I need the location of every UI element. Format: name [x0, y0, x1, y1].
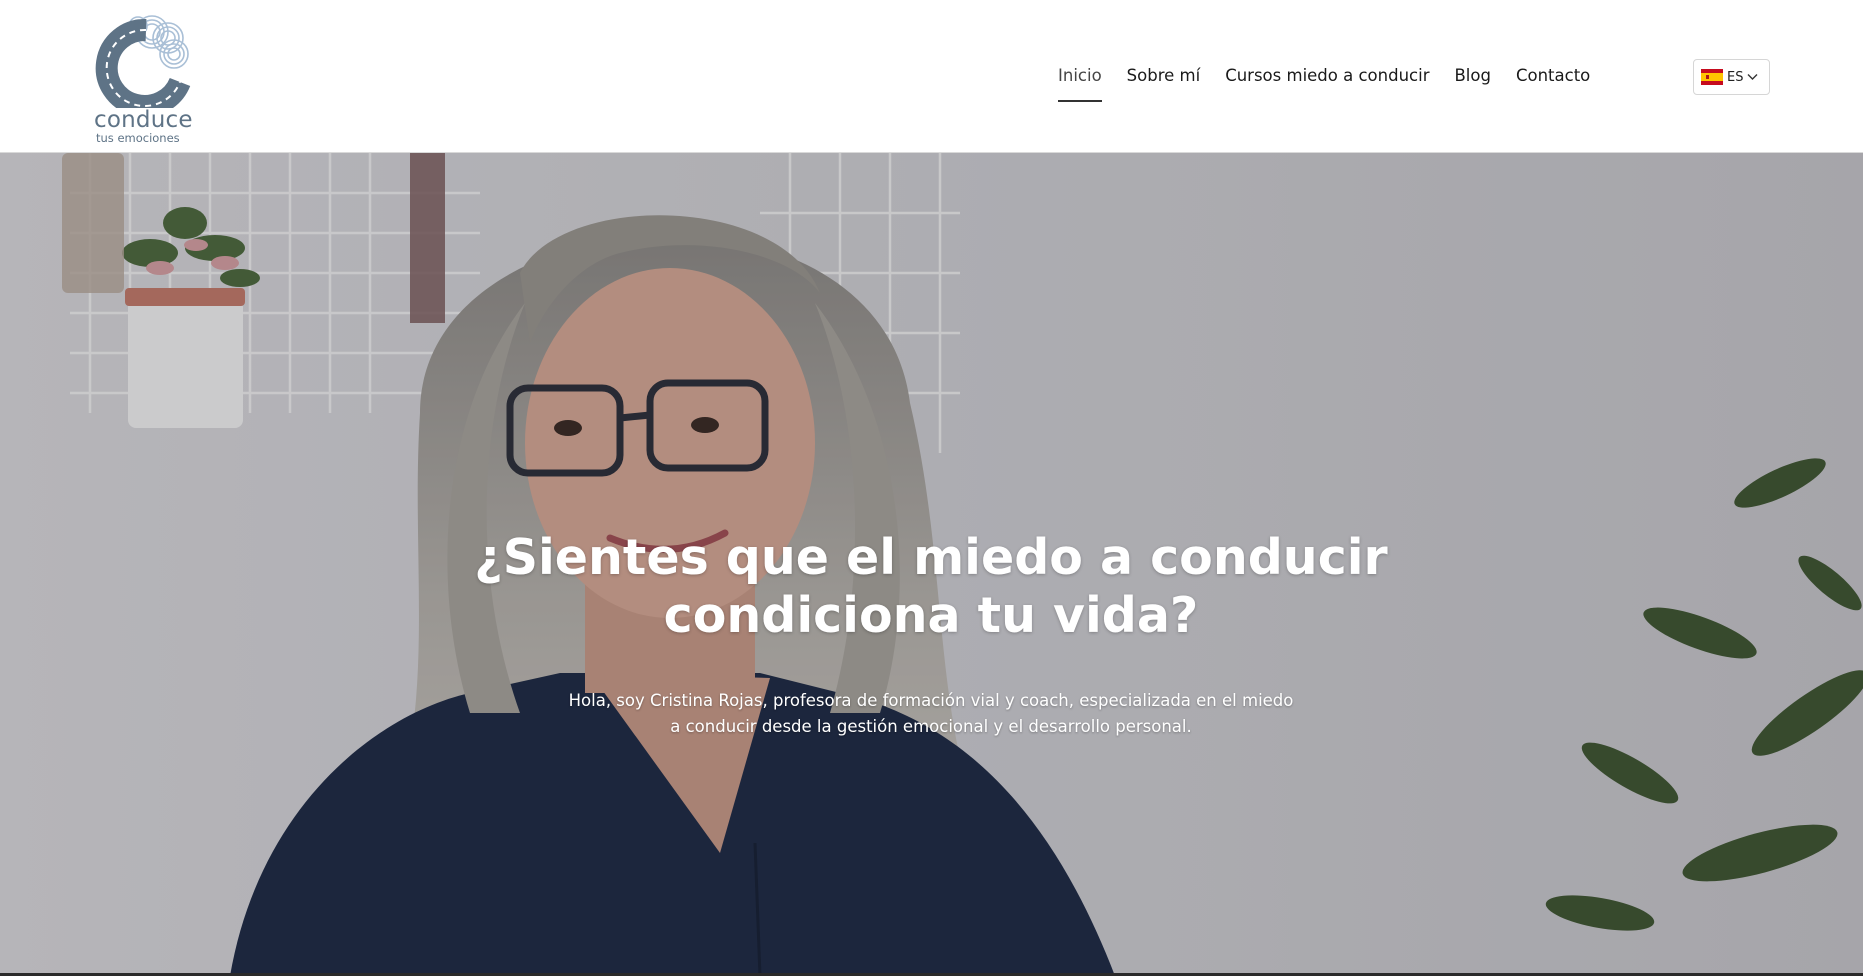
nav-item-cursos[interactable]: Cursos miedo a conducir: [1225, 62, 1429, 100]
nav-item-contacto[interactable]: Contacto: [1516, 62, 1590, 100]
main-nav: Inicio Sobre mí Cursos miedo a conducir …: [1058, 62, 1615, 102]
hero-intro-text: Hola, soy Cristina Rojas, profesora de f…: [568, 691, 1294, 736]
logo-tagline: tus emociones: [96, 131, 180, 145]
nav-item-blog[interactable]: Blog: [1454, 62, 1490, 100]
nav-item-inicio[interactable]: Inicio: [1058, 62, 1102, 102]
hero-section: ¿Sientes que el miedo a conducir condici…: [0, 153, 1863, 976]
language-switcher[interactable]: ES: [1693, 59, 1770, 95]
logo-icon: [95, 15, 191, 108]
spain-flag-icon: [1701, 69, 1723, 85]
site-header: conduce tus emociones Inicio Sobre mí Cu…: [0, 0, 1863, 153]
hero-title: ¿Sientes que el miedo a conducir condici…: [474, 529, 1388, 644]
chevron-down-icon: [1747, 74, 1758, 80]
language-code: ES: [1727, 69, 1744, 85]
nav-item-sobre-mi[interactable]: Sobre mí: [1127, 62, 1201, 100]
logo-wordmark: conduce: [94, 107, 193, 133]
logo-link[interactable]: conduce tus emociones: [88, 8, 206, 148]
